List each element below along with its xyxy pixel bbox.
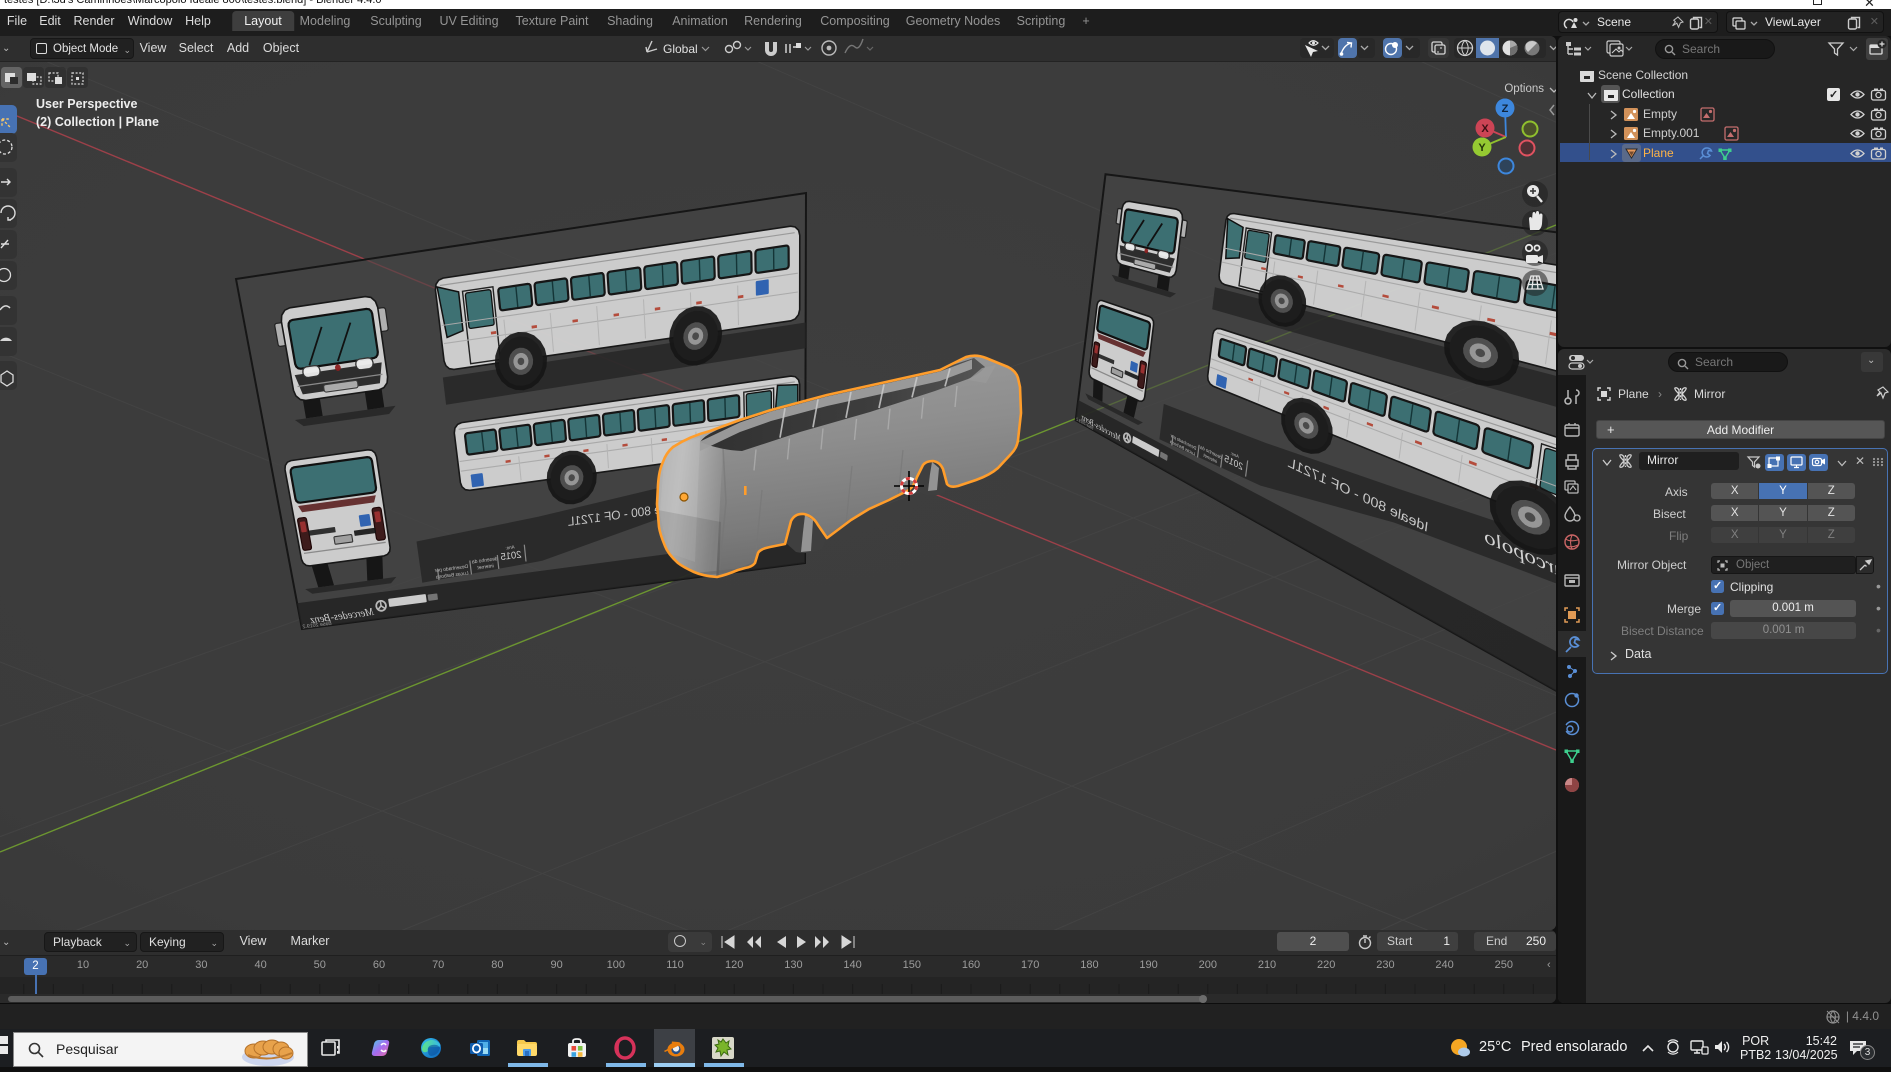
svg-text:Options: Options [1504,83,1544,95]
svg-text:X: X [1481,123,1489,135]
svg-text:Y: Y [1478,142,1486,154]
svg-text:User Perspective: User Perspective [36,97,138,111]
svg-text:Z: Z [1502,103,1509,115]
svg-text:(2) Collection | Plane: (2) Collection | Plane [36,115,159,129]
svg-text:Global: Global [663,42,698,56]
